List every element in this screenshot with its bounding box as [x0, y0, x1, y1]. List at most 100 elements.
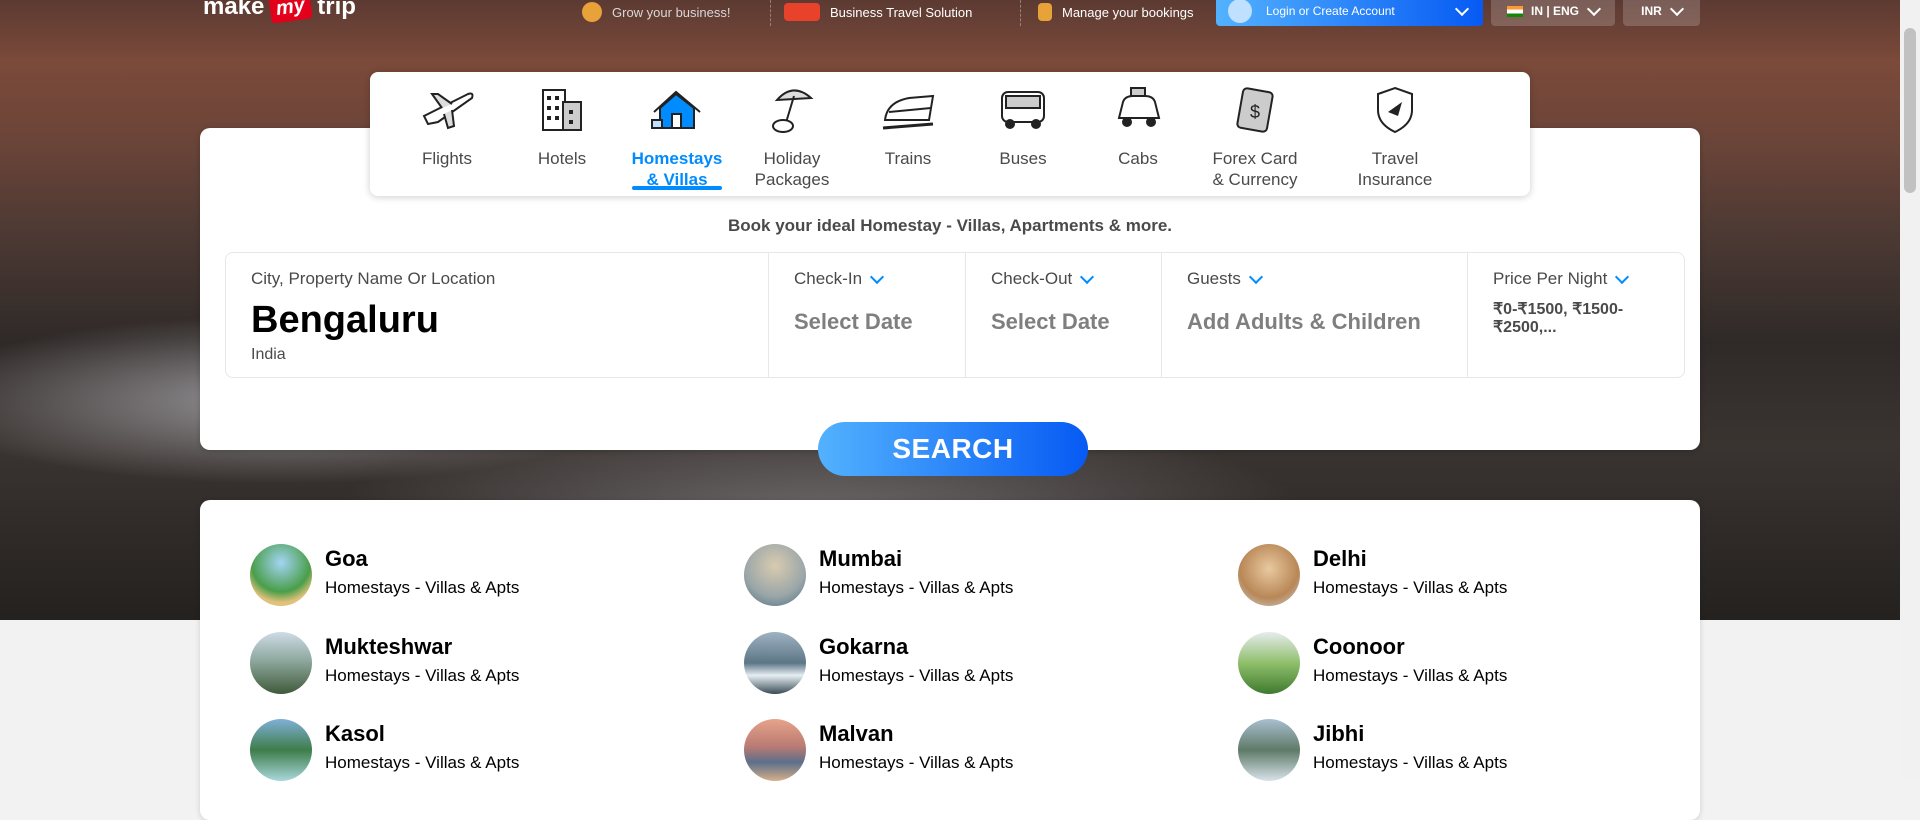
price-field[interactable]: Price Per Night ₹0-₹1500, ₹1500-₹2500,..… [1468, 253, 1682, 377]
tab-homestays[interactable]: Homestays & Villas [622, 82, 732, 196]
destination-item[interactable]: Malvan Homestays - Villas & Apts [744, 719, 1164, 783]
destination-name: Jibhi [1313, 721, 1365, 746]
destination-type: Homestays - Villas & Apts [1313, 578, 1508, 597]
makemytrip-logo[interactable]: make my trip [203, 0, 356, 24]
tab-label: Hotels [537, 149, 587, 168]
destination-name: Goa [325, 546, 368, 571]
homestay-icon [651, 90, 701, 129]
logo-text-trip: trip [317, 0, 356, 20]
tab-label: Buses [999, 149, 1047, 168]
login-button[interactable]: Login or Create Account [1216, 0, 1483, 26]
tab-hotels[interactable]: Hotels [507, 82, 617, 196]
mybiz-icon [784, 3, 820, 21]
tab-trains[interactable]: Trains [853, 82, 963, 196]
checkin-field[interactable]: Check-In Select Date [769, 253, 966, 377]
top-bar: make my trip Grow your business! Busines… [0, 0, 1900, 28]
checkin-label: Check-In [794, 269, 863, 288]
tab-buses[interactable]: Buses [968, 82, 1078, 196]
destination-item[interactable]: Jibhi Homestays - Villas & Apts [1238, 719, 1658, 783]
scrollbar-thumb[interactable] [1904, 28, 1916, 193]
manage-bookings-label: Manage your bookings [1062, 4, 1194, 20]
chevron-down-icon [1248, 269, 1263, 284]
destination-thumb [744, 719, 806, 781]
destination-name: Mukteshwar [325, 634, 453, 659]
destination-item[interactable]: Goa Homestays - Villas & Apts [250, 544, 670, 608]
train-icon [882, 94, 935, 130]
destination-type: Homestays - Villas & Apts [325, 578, 520, 597]
destination-thumb [1238, 719, 1300, 781]
destination-item[interactable]: Coonoor Homestays - Villas & Apts [1238, 632, 1658, 696]
destination-thumb [744, 544, 806, 606]
user-avatar-icon [1228, 0, 1252, 23]
grow-business-text: Grow your business! [612, 4, 731, 20]
forex-icon: $ [1236, 87, 1274, 133]
destination-type: Homestays - Villas & Apts [1313, 753, 1508, 772]
destination-name: Malvan [819, 721, 894, 746]
logo-text-make: make [203, 0, 265, 20]
hotel-icon [542, 89, 582, 131]
property-icon [582, 2, 602, 22]
tab-insurance[interactable]: Travel Insurance [1340, 82, 1450, 196]
city-value: Bengaluru [251, 299, 439, 341]
checkout-field[interactable]: Check-Out Select Date [966, 253, 1162, 377]
tab-cabs[interactable]: Cabs [1083, 82, 1193, 196]
destination-item[interactable]: Gokarna Homestays - Villas & Apts [744, 632, 1164, 696]
destination-item[interactable]: Delhi Homestays - Villas & Apts [1238, 544, 1658, 608]
language-selector[interactable]: IN | ENG [1491, 0, 1615, 26]
plane-icon [422, 92, 474, 130]
guests-value: Add Adults & Children [1187, 309, 1421, 334]
tab-label: Trains [884, 149, 932, 168]
checkin-value: Select Date [794, 309, 913, 334]
insurance-icon [1377, 86, 1413, 134]
divider [770, 0, 771, 26]
guests-field[interactable]: Guests Add Adults & Children [1162, 253, 1468, 377]
city-country: India [251, 346, 286, 363]
city-field[interactable]: City, Property Name Or Location Bengalur… [226, 253, 769, 377]
manage-bookings-link[interactable]: Manage your bookings [1038, 0, 1194, 24]
destination-type: Homestays - Villas & Apts [1313, 666, 1508, 685]
tab-label: Homestays & Villas [631, 149, 723, 189]
destination-item[interactable]: Kasol Homestays - Villas & Apts [250, 719, 670, 783]
tab-label: Flights [421, 149, 473, 168]
destination-thumb [1238, 544, 1300, 606]
mybiz-link[interactable]: Business Travel Solution [784, 0, 972, 24]
tab-label: Cabs [1118, 149, 1158, 168]
tab-holiday-packages[interactable]: Holiday Packages [737, 82, 847, 196]
tab-forex[interactable]: $ Forex Card & Currency [1195, 82, 1315, 196]
list-property-link[interactable]: Grow your business! [582, 0, 731, 24]
price-label: Price Per Night [1493, 269, 1608, 288]
destinations-card: Goa Homestays - Villas & Apts Mumbai Hom… [200, 500, 1700, 820]
destination-name: Gokarna [819, 634, 909, 659]
chevron-down-icon [1586, 1, 1602, 16]
chevron-down-icon [1615, 269, 1630, 284]
cab-icon [1117, 87, 1161, 127]
svg-text:$: $ [1250, 102, 1260, 122]
product-tabs: Flights Hotels Homestays & Villas Holida… [370, 72, 1530, 196]
chevron-down-icon [1080, 269, 1095, 284]
tab-label: Holiday Packages [754, 149, 830, 189]
chevron-down-icon [1454, 1, 1470, 16]
divider [1020, 0, 1021, 26]
mybiz-label: Business Travel Solution [830, 4, 973, 20]
login-label: Login or Create Account [1266, 4, 1395, 18]
tab-flights[interactable]: Flights [392, 82, 502, 196]
destination-item[interactable]: Mumbai Homestays - Villas & Apts [744, 544, 1164, 608]
destination-name: Mumbai [819, 546, 903, 571]
language-label: IN | ENG [1530, 4, 1580, 18]
bus-icon [1001, 91, 1045, 129]
destination-thumb [1238, 632, 1300, 694]
search-subtitle: Book your ideal Homestay - Villas, Apart… [727, 216, 1173, 235]
currency-selector[interactable]: INR [1623, 0, 1700, 26]
destination-item[interactable]: Mukteshwar Homestays - Villas & Apts [250, 632, 670, 696]
search-button[interactable]: SEARCH [818, 422, 1088, 476]
page-scrollbar[interactable] [1900, 0, 1920, 780]
destination-type: Homestays - Villas & Apts [819, 666, 1014, 685]
destination-thumb [250, 544, 312, 606]
chevron-down-icon [1669, 1, 1684, 16]
checkout-label: Check-Out [991, 269, 1073, 288]
tab-label: Forex Card & Currency [1212, 149, 1298, 189]
destination-type: Homestays - Villas & Apts [325, 753, 520, 772]
destination-type: Homestays - Villas & Apts [325, 666, 520, 685]
destination-name: Kasol [325, 721, 385, 746]
price-value: ₹0-₹1500, ₹1500-₹2500,... [1493, 301, 1624, 336]
